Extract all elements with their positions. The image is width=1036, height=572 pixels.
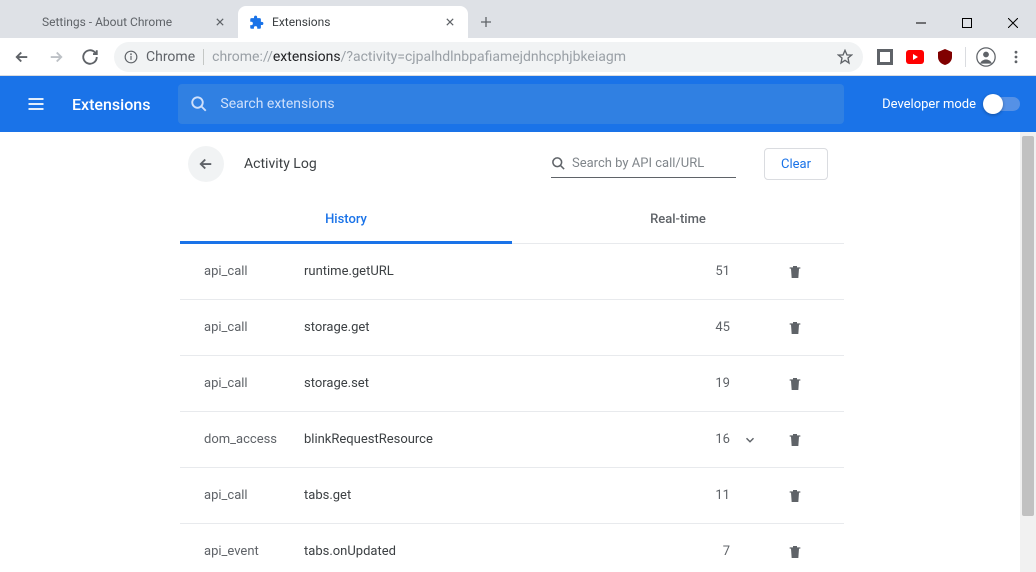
log-list: api_callruntime.getURL51api_callstorage.… [180,244,844,572]
delete-button[interactable] [770,544,820,560]
expand-icon[interactable] [730,433,770,447]
window-titlebar: Settings - About Chrome Extensions [0,0,1036,38]
log-name: storage.get [304,320,680,335]
gear-icon [18,14,34,30]
log-row[interactable]: api_callruntime.getURL51 [180,244,844,300]
site-info-icon[interactable] [124,50,138,64]
scrollbar-thumb[interactable] [1022,136,1034,516]
scrollbar[interactable] [1020,132,1036,572]
reload-button[interactable] [74,41,106,73]
log-name: tabs.onUpdated [304,544,680,559]
tab-realtime[interactable]: Real-time [512,196,844,243]
log-row[interactable]: api_calltabs.get11 [180,468,844,524]
browser-tabs: Settings - About Chrome Extensions [0,0,898,38]
log-count: 45 [680,320,730,335]
log-name: tabs.get [304,488,680,503]
forward-button[interactable] [40,41,72,73]
log-count: 51 [680,264,730,279]
star-icon[interactable] [837,49,853,65]
extension-icons [871,43,1030,71]
divider [965,47,966,67]
browser-toolbar: Chrome chrome://extensions/?activity=cjp… [0,38,1036,76]
log-count: 11 [680,488,730,503]
minimize-button[interactable] [898,8,944,38]
app-title: Extensions [72,95,150,114]
panel-tabs: History Real-time [180,196,844,244]
new-tab-button[interactable] [472,8,500,36]
log-row[interactable]: api_callstorage.get45 [180,300,844,356]
profile-button[interactable] [972,43,1000,71]
delete-button[interactable] [770,376,820,392]
omnibox-url: chrome://extensions/?activity=cjpalhdlnb… [212,49,626,65]
log-type: api_call [204,320,304,335]
content-area: Activity Log Clear History Real-time api… [0,132,1036,572]
panel-title: Activity Log [244,156,317,172]
activity-log-panel: Activity Log Clear History Real-time api… [180,132,844,572]
log-type: api_call [204,488,304,503]
search-api-field[interactable] [551,150,736,178]
hamburger-menu-button[interactable] [16,84,56,124]
toggle-switch[interactable] [986,97,1020,111]
window-controls [898,8,1036,38]
address-bar[interactable]: Chrome chrome://extensions/?activity=cjp… [114,42,863,72]
log-name: blinkRequestResource [304,432,680,447]
search-extensions-input[interactable] [220,96,832,112]
extension-icon-ublock[interactable] [931,43,959,71]
log-row[interactable]: api_callstorage.set19 [180,356,844,412]
log-name: storage.set [304,376,680,391]
search-icon [551,156,566,171]
browser-tab-settings[interactable]: Settings - About Chrome [8,6,238,38]
extension-icon-1[interactable] [871,43,899,71]
tab-title: Extensions [272,15,434,29]
clear-button[interactable]: Clear [764,148,828,180]
log-count: 7 [680,544,730,559]
tab-history[interactable]: History [180,196,512,243]
log-type: api_call [204,264,304,279]
search-icon [190,95,208,113]
developer-mode-label: Developer mode [882,97,976,112]
log-count: 19 [680,376,730,391]
close-icon[interactable] [212,14,228,30]
log-type: api_call [204,376,304,391]
omnibox-divider [203,49,204,65]
search-extensions-bar[interactable] [178,84,844,124]
delete-button[interactable] [770,488,820,504]
menu-button[interactable] [1002,43,1030,71]
browser-tab-extensions[interactable]: Extensions [238,6,468,38]
delete-button[interactable] [770,432,820,448]
maximize-button[interactable] [944,8,990,38]
delete-button[interactable] [770,320,820,336]
log-name: runtime.getURL [304,264,680,279]
tab-title: Settings - About Chrome [42,15,204,29]
close-window-button[interactable] [990,8,1036,38]
puzzle-icon [248,14,264,30]
search-api-input[interactable] [572,156,738,171]
back-arrow-button[interactable] [188,146,224,182]
log-row[interactable]: api_eventtabs.onUpdated7 [180,524,844,572]
log-type: dom_access [204,432,304,447]
developer-mode-toggle[interactable]: Developer mode [882,97,1020,112]
close-icon[interactable] [442,14,458,30]
delete-button[interactable] [770,264,820,280]
panel-header: Activity Log Clear [180,132,844,196]
extension-icon-youtube[interactable] [901,43,929,71]
log-type: api_event [204,544,304,559]
log-row[interactable]: dom_accessblinkRequestResource16 [180,412,844,468]
app-header: Extensions Developer mode [0,76,1036,132]
log-count: 16 [680,432,730,447]
back-button[interactable] [6,41,38,73]
omnibox-origin: Chrome [146,49,195,65]
